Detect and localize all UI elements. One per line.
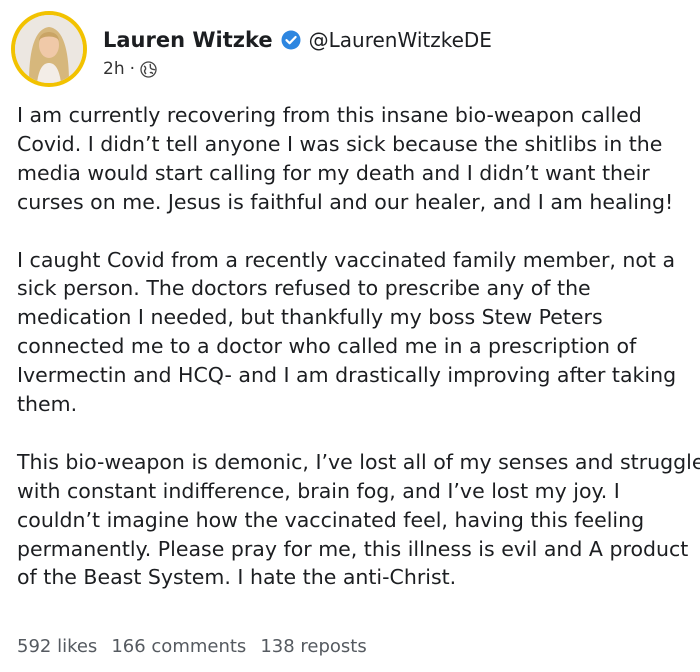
post-text-line: them. <box>17 392 78 417</box>
author-handle[interactable]: @LaurenWitzkeDE <box>309 28 492 52</box>
post-time-row: 2h · <box>103 57 492 81</box>
post-text-line: medication I needed, but thankfully my b… <box>17 305 603 330</box>
comments-count[interactable]: 166 comments <box>111 636 246 657</box>
post-text-line: couldn’t imagine how the vaccinated feel… <box>17 507 645 532</box>
post-text-line: curses on me. Jesus is faithful and our … <box>17 189 674 214</box>
post-text-line: I caught Covid from a recently vaccinate… <box>17 247 676 272</box>
post-stats: 592 likes 166 comments 138 reposts <box>17 636 381 657</box>
likes-count[interactable]: 592 likes <box>17 636 97 657</box>
verified-badge-icon <box>281 30 301 50</box>
post-text-line: sick person. The doctors refused to pres… <box>17 276 591 301</box>
post-header: Lauren Witzke @LaurenWitzkeDE 2h · <box>11 11 492 87</box>
post-text-line: Ivermectin and HCQ- and I am drastically… <box>17 363 677 388</box>
author-name[interactable]: Lauren Witzke <box>103 28 273 52</box>
post-timestamp[interactable]: 2h <box>103 59 125 79</box>
social-post: Lauren Witzke @LaurenWitzkeDE 2h · I am … <box>0 0 700 672</box>
avatar[interactable] <box>11 11 87 87</box>
post-text-line: with constant indifference, brain fog, a… <box>17 478 620 503</box>
post-text-line: media would start calling for my death a… <box>17 160 650 185</box>
post-text-line: Covid. I didn’t tell anyone I was sick b… <box>17 131 663 156</box>
avatar-photo <box>15 15 83 83</box>
post-text-line: This bio-weapon is demonic, I’ve lost al… <box>17 449 700 474</box>
post-text-line: connected me to a doctor who called me i… <box>17 334 637 359</box>
post-text-line: permanently. Please pray for me, this il… <box>17 536 689 561</box>
post-meta: Lauren Witzke @LaurenWitzkeDE 2h · <box>103 11 492 81</box>
reposts-count[interactable]: 138 reposts <box>260 636 366 657</box>
post-paragraph: This bio-weapon is demonic, I’ve lost al… <box>17 448 700 593</box>
post-body: I am currently recovering from this insa… <box>17 101 700 621</box>
author-row: Lauren Witzke @LaurenWitzkeDE <box>103 25 492 55</box>
post-paragraph: I am currently recovering from this insa… <box>17 101 687 217</box>
globe-icon <box>140 60 157 78</box>
post-text-line: I am currently recovering from this insa… <box>17 103 642 127</box>
separator-dot: · <box>129 59 135 79</box>
post-text-line: of the Beast System. I hate the anti-Chr… <box>17 565 457 590</box>
post-paragraph: I caught Covid from a recently vaccinate… <box>17 246 687 419</box>
